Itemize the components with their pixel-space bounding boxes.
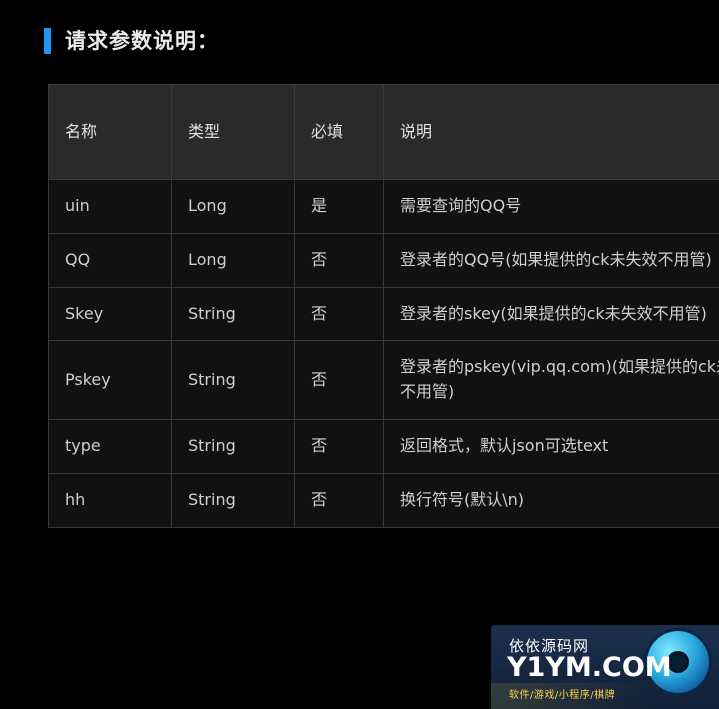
table-body: uin Long 是 需要查询的QQ号 QQ Long 否 登录者的QQ号(如果… [48, 179, 719, 528]
cell-type: Long [171, 179, 295, 234]
cell-description: 登录者的QQ号(如果提供的ck未失效不用管) [383, 232, 719, 288]
cell-required: 否 [294, 232, 384, 288]
cell-name: Skey [48, 286, 172, 342]
cell-required: 否 [294, 418, 384, 474]
cell-type: String [171, 418, 295, 474]
table-row: hh String 否 换行符号(默认\n) [48, 472, 719, 528]
watermark-domain: Y1YM.COM [507, 652, 672, 683]
cell-required: 是 [294, 179, 384, 234]
cell-type: String [171, 286, 295, 342]
cell-name: Pskey [48, 340, 172, 420]
cell-required: 否 [294, 286, 384, 342]
table-row: uin Long 是 需要查询的QQ号 [48, 179, 719, 234]
cell-required: 否 [294, 472, 384, 528]
page-title-text: 请求参数说明： [65, 28, 219, 53]
cell-description: 需要查询的QQ号 [383, 179, 719, 234]
table-row: QQ Long 否 登录者的QQ号(如果提供的ck未失效不用管) [48, 232, 719, 288]
accent-bar [44, 28, 51, 54]
cell-name: type [48, 418, 172, 474]
cell-type: String [171, 472, 295, 528]
cell-name: QQ [48, 232, 172, 288]
param-table: 名称 类型 必填 说明 uin Long 是 需要查询的QQ号 QQ Long … [48, 84, 719, 528]
header-cell-name: 名称 [48, 84, 172, 180]
watermark-tagline: 软件/游戏/小程序/棋牌 [509, 690, 616, 701]
cell-description: 换行符号(默认\n) [383, 472, 719, 528]
watermark-inner: 依依源码网 Y1YM.COM 软件/游戏/小程序/棋牌 [491, 625, 719, 709]
header-cell-description: 说明 [383, 84, 719, 180]
cell-description: 登录者的pskey(vip.qq.com)(如果提供的ck未失效不用管) [383, 340, 719, 420]
table-row: Pskey String 否 登录者的pskey(vip.qq.com)(如果提… [48, 340, 719, 420]
cell-name: uin [48, 179, 172, 234]
header-cell-type: 类型 [171, 84, 295, 180]
cell-name: hh [48, 472, 172, 528]
cell-description: 返回格式，默认json可选text [383, 418, 719, 474]
page-root: 请求参数说明： 名称 类型 必填 说明 uin Long 是 需要查询的QQ号 [0, 0, 719, 709]
cell-type: String [171, 340, 295, 420]
cell-required: 否 [294, 340, 384, 420]
table-row: Skey String 否 登录者的skey(如果提供的ck未失效不用管) [48, 286, 719, 342]
page-title: 请求参数说明： [0, 0, 719, 54]
table-header: 名称 类型 必填 说明 [48, 84, 719, 180]
table-header-row: 名称 类型 必填 说明 [48, 84, 719, 180]
cell-type: Long [171, 232, 295, 288]
cell-description: 登录者的skey(如果提供的ck未失效不用管) [383, 286, 719, 342]
header-cell-required: 必填 [294, 84, 384, 180]
table-row: type String 否 返回格式，默认json可选text [48, 418, 719, 474]
param-table-wrapper: 名称 类型 必填 说明 uin Long 是 需要查询的QQ号 QQ Long … [48, 84, 719, 528]
watermark-logo: 依依源码网 Y1YM.COM 软件/游戏/小程序/棋牌 [491, 625, 719, 709]
